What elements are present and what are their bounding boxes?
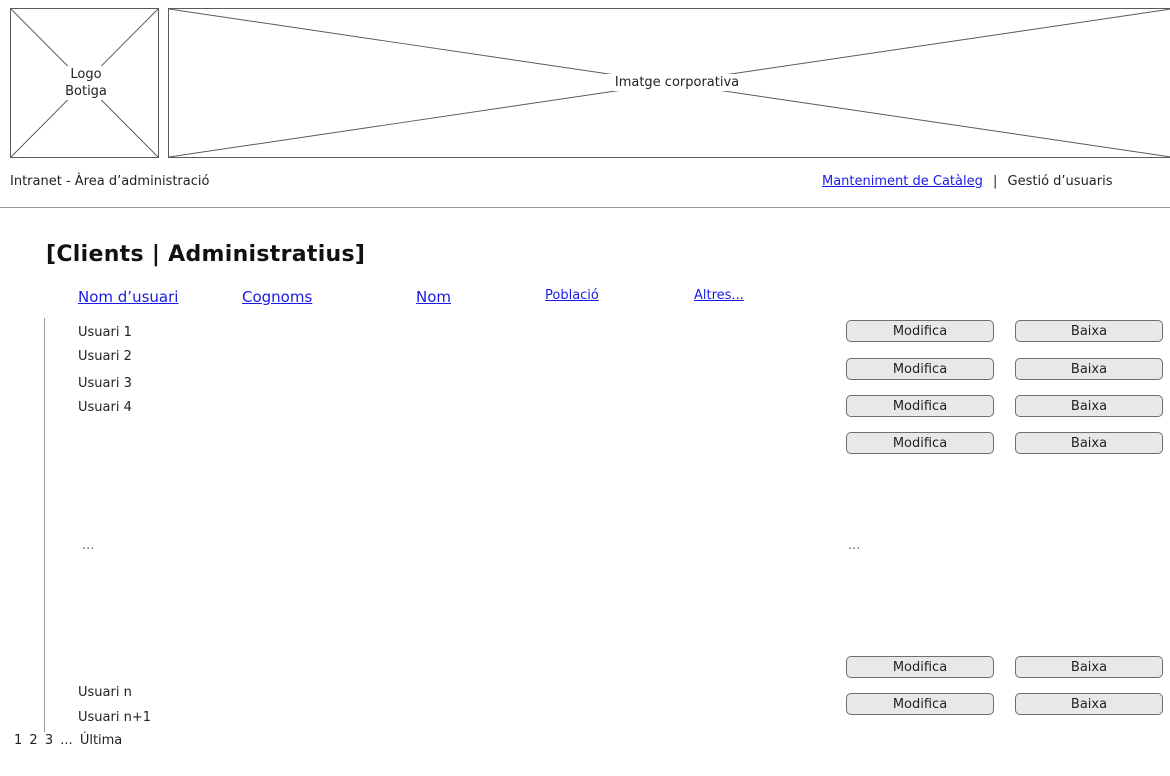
delete-button[interactable]: Baixa: [1015, 432, 1163, 454]
logo-placeholder: Logo Botiga: [10, 8, 159, 158]
column-header-username[interactable]: Nom d’usuari: [78, 288, 178, 306]
list-item: Usuari 4: [78, 400, 132, 415]
list-item: Usuari 2: [78, 349, 132, 364]
nav-item-users[interactable]: Gestió d’usuaris: [1008, 174, 1113, 189]
corporate-banner: Imatge corporativa: [168, 8, 1170, 158]
modify-button[interactable]: Modifica: [846, 693, 994, 715]
logo-label: Logo Botiga: [59, 66, 113, 100]
page-link-1[interactable]: 1: [14, 733, 22, 748]
delete-button[interactable]: Baixa: [1015, 358, 1163, 380]
buttons-ellipsis: ...: [848, 538, 861, 553]
delete-button[interactable]: Baixa: [1015, 395, 1163, 417]
modify-button[interactable]: Modifica: [846, 656, 994, 678]
pagination: 1 2 3 ... Última: [14, 733, 125, 748]
delete-button[interactable]: Baixa: [1015, 320, 1163, 342]
nav-link-catalog[interactable]: Manteniment de Catàleg: [822, 174, 983, 189]
list-item: Usuari 1: [78, 325, 132, 340]
list-left-border: [44, 318, 45, 732]
column-header-name[interactable]: Nom: [416, 288, 451, 306]
page-link-last[interactable]: Última: [80, 733, 122, 748]
list-ellipsis: ...: [82, 538, 95, 553]
list-item: Usuari 3: [78, 376, 132, 391]
column-header-surnames[interactable]: Cognoms: [242, 288, 312, 306]
modify-button[interactable]: Modifica: [846, 320, 994, 342]
list-item: Usuari n: [78, 685, 132, 700]
column-header-city[interactable]: Població: [545, 288, 599, 303]
column-header-others[interactable]: Altres...: [694, 288, 744, 303]
modify-button[interactable]: Modifica: [846, 358, 994, 380]
area-title: Intranet - Àrea d’administració: [10, 174, 210, 189]
page-link-2[interactable]: 2: [29, 733, 37, 748]
page-link-3[interactable]: 3: [45, 733, 53, 748]
page-title: [Clients | Administratius]: [46, 242, 366, 267]
header-divider: [0, 207, 1170, 208]
delete-button[interactable]: Baixa: [1015, 656, 1163, 678]
top-nav: Manteniment de Catàleg | Gestió d’usuari…: [822, 174, 1113, 189]
modify-button[interactable]: Modifica: [846, 432, 994, 454]
pagination-ellipsis: ...: [60, 733, 73, 748]
banner-label: Imatge corporativa: [595, 74, 759, 91]
modify-button[interactable]: Modifica: [846, 395, 994, 417]
delete-button[interactable]: Baixa: [1015, 693, 1163, 715]
list-item: Usuari n+1: [78, 710, 151, 725]
nav-separator: |: [993, 174, 998, 189]
